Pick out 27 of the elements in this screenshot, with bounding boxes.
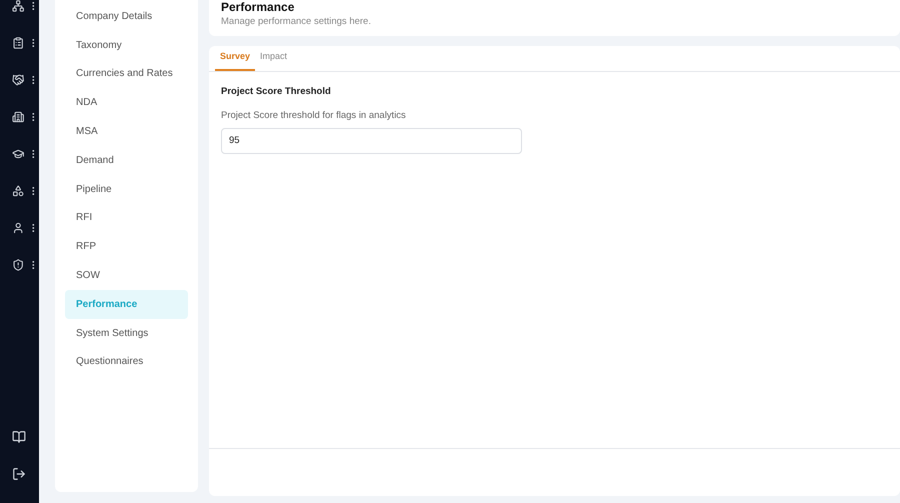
building-icon[interactable] bbox=[12, 110, 24, 124]
shapes-icon[interactable] bbox=[12, 184, 24, 198]
sidebar-item[interactable]: Demand bbox=[65, 146, 188, 175]
sidebar-item[interactable]: NDA bbox=[65, 88, 188, 118]
handshake-icon[interactable] bbox=[12, 72, 24, 86]
input-field[interactable]: 95 bbox=[221, 128, 522, 154]
sidebar-item[interactable]: Taxonomy bbox=[65, 30, 188, 60]
network-icon[interactable] bbox=[12, 0, 24, 12]
sidebar-item[interactable]: Company Details bbox=[65, 2, 188, 31]
logout-icon[interactable] bbox=[12, 466, 26, 480]
user-icon[interactable] bbox=[12, 220, 24, 234]
book-icon[interactable] bbox=[12, 430, 26, 444]
sidebar-item[interactable]: Currencies and Rates bbox=[65, 60, 188, 88]
field-label: Project Score threshold for flags in analytics bbox=[221, 109, 407, 124]
tab[interactable]: Impact bbox=[255, 45, 292, 71]
page-subtitle: Manage performance settings here. bbox=[221, 15, 372, 29]
sidebar-item[interactable]: Pipeline bbox=[65, 174, 188, 204]
shield-icon[interactable] bbox=[12, 258, 24, 272]
sidebar-item[interactable]: System Settings bbox=[65, 318, 188, 348]
sidebar-item[interactable]: SOW bbox=[65, 261, 188, 290]
sidebar-item[interactable]: MSA bbox=[65, 117, 188, 146]
sidebar-item[interactable]: RFP bbox=[65, 232, 188, 262]
sidebar-item[interactable]: RFI bbox=[65, 204, 188, 232]
sidebar-item[interactable]: Questionnaires bbox=[65, 348, 188, 376]
page-title: Performance bbox=[221, 0, 296, 15]
clipboard-icon[interactable] bbox=[12, 36, 24, 50]
section-title: Project Score Threshold bbox=[221, 85, 332, 99]
